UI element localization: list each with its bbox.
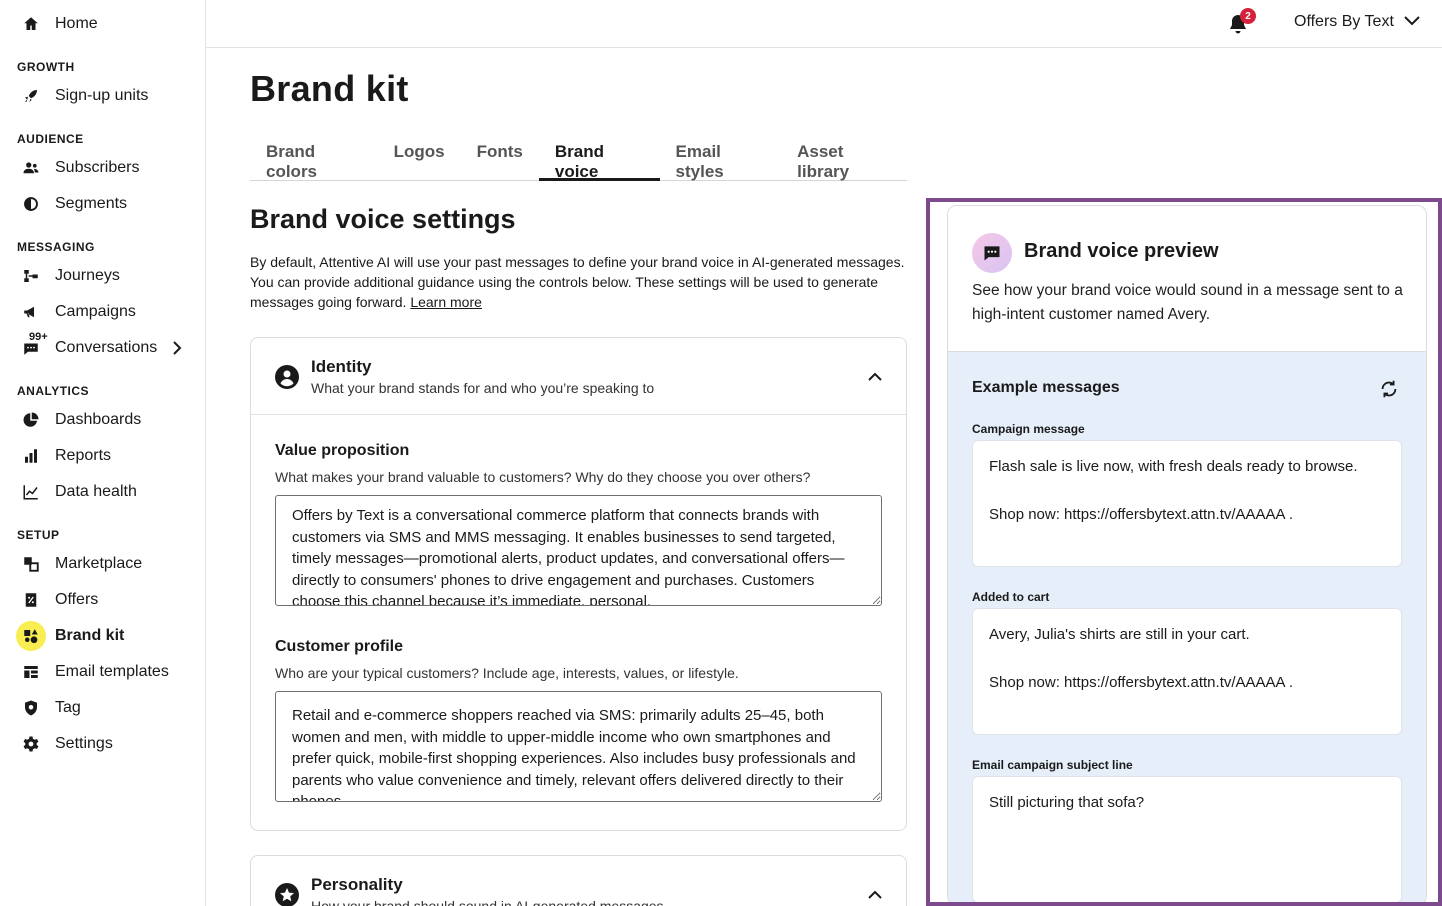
section-analytics: ANALYTICS bbox=[17, 384, 90, 398]
segments-icon bbox=[16, 189, 46, 219]
value-proposition-label: Value proposition bbox=[275, 442, 410, 459]
sidebar-item-label: Marketplace bbox=[55, 555, 143, 572]
chevron-right-icon bbox=[172, 341, 182, 360]
sidebar-item-subscribers[interactable]: Subscribers bbox=[16, 152, 196, 184]
user-circle-icon bbox=[275, 365, 299, 389]
sidebar-item-tag[interactable]: Tag bbox=[16, 692, 196, 724]
sidebar-item-label: Email templates bbox=[55, 663, 169, 680]
chevron-up-icon[interactable] bbox=[868, 886, 882, 904]
intro-text: By default, Attentive AI will use your p… bbox=[250, 254, 905, 310]
section-audience: AUDIENCE bbox=[17, 132, 84, 146]
people-icon bbox=[16, 153, 46, 183]
section-messaging: MESSAGING bbox=[17, 240, 95, 254]
sidebar-item-label: Sign-up units bbox=[55, 87, 149, 104]
sidebar-item-brand-kit[interactable]: Brand kit bbox=[16, 620, 196, 652]
personality-subtitle: How your brand should sound in AI-genera… bbox=[311, 898, 664, 906]
brand-voice-settings-title: Brand voice settings bbox=[250, 204, 516, 234]
gear-icon bbox=[16, 729, 46, 759]
page-title: Brand kit bbox=[250, 68, 409, 109]
notification-count-badge: 2 bbox=[1240, 8, 1256, 24]
sidebar: Home GROWTH Sign-up units AUDIENCE Subsc… bbox=[0, 0, 206, 906]
sidebar-item-label: Reports bbox=[55, 447, 112, 464]
sidebar-item-label: Journeys bbox=[55, 267, 120, 284]
pie-chart-icon bbox=[16, 405, 46, 435]
sidebar-item-label: Brand kit bbox=[55, 627, 125, 644]
sidebar-item-offers[interactable]: Offers bbox=[16, 584, 196, 616]
tag-shield-icon bbox=[16, 693, 46, 723]
offers-icon bbox=[16, 585, 46, 615]
customer-profile-label: Customer profile bbox=[275, 638, 404, 655]
account-name: Offers By Text bbox=[1294, 13, 1394, 30]
section-setup: SETUP bbox=[17, 528, 60, 542]
chat-icon: 99+ bbox=[16, 331, 48, 363]
preview-highlight-outline bbox=[926, 198, 1442, 906]
sidebar-item-campaigns[interactable]: Campaigns bbox=[16, 296, 196, 328]
identity-card-header[interactable]: Identity What your brand stands for and … bbox=[251, 338, 906, 415]
sidebar-item-label: Offers bbox=[55, 591, 99, 608]
megaphone-icon bbox=[16, 297, 46, 327]
home-icon bbox=[16, 9, 46, 39]
chevron-down-icon bbox=[1404, 13, 1420, 31]
customer-profile-textarea[interactable]: Retail and e-commerce shoppers reached v… bbox=[275, 691, 882, 802]
value-proposition-textarea[interactable]: Offers by Text is a conversational comme… bbox=[275, 495, 882, 606]
brand-voice-intro: By default, Attentive AI will use your p… bbox=[250, 252, 910, 312]
sidebar-item-label: Data health bbox=[55, 483, 137, 500]
account-switcher[interactable]: Offers By Text bbox=[1294, 13, 1420, 31]
sidebar-item-label: Subscribers bbox=[55, 159, 140, 176]
tab-logos[interactable]: Logos bbox=[378, 130, 461, 180]
sidebar-item-dashboards[interactable]: Dashboards bbox=[16, 404, 196, 436]
sidebar-item-home[interactable]: Home bbox=[16, 8, 196, 40]
sidebar-item-email-templates[interactable]: Email templates bbox=[16, 656, 196, 688]
sidebar-item-conversations[interactable]: 99+ Conversations bbox=[16, 331, 196, 364]
personality-title: Personality bbox=[311, 875, 403, 894]
brand-kit-tabs: Brand colors Logos Fonts Brand voice Ema… bbox=[250, 130, 907, 181]
sidebar-item-journeys[interactable]: Journeys bbox=[16, 260, 196, 292]
tab-asset-library[interactable]: Asset library bbox=[781, 130, 907, 181]
template-icon bbox=[16, 657, 46, 687]
top-bar: 2 Offers By Text bbox=[206, 0, 1442, 48]
sidebar-item-settings[interactable]: Settings bbox=[16, 728, 196, 760]
sidebar-item-label: Conversations bbox=[55, 339, 158, 356]
identity-title: Identity bbox=[311, 357, 372, 376]
journeys-icon bbox=[16, 261, 46, 291]
brand-kit-icon bbox=[16, 621, 46, 651]
bar-chart-icon bbox=[16, 441, 46, 471]
identity-subtitle: What your brand stands for and who you’r… bbox=[311, 380, 655, 396]
tab-brand-voice[interactable]: Brand voice bbox=[538, 130, 660, 181]
sidebar-item-segments[interactable]: Segments bbox=[16, 188, 196, 220]
sidebar-item-reports[interactable]: Reports bbox=[16, 440, 196, 472]
identity-card: Identity What your brand stands for and … bbox=[250, 337, 907, 831]
sidebar-item-label: Home bbox=[55, 15, 98, 32]
sidebar-item-data-health[interactable]: Data health bbox=[16, 476, 196, 508]
personality-card: Personality How your brand should sound … bbox=[250, 855, 907, 906]
tab-email-styles[interactable]: Email styles bbox=[660, 130, 782, 181]
sidebar-item-marketplace[interactable]: Marketplace bbox=[16, 548, 196, 580]
value-proposition-help: What makes your brand valuable to custom… bbox=[275, 469, 811, 485]
chevron-up-icon[interactable] bbox=[868, 368, 882, 386]
app-root: Home GROWTH Sign-up units AUDIENCE Subsc… bbox=[0, 0, 1442, 906]
learn-more-link[interactable]: Learn more bbox=[410, 294, 482, 310]
sidebar-item-label: Dashboards bbox=[55, 411, 142, 428]
tab-brand-colors[interactable]: Brand colors bbox=[250, 130, 378, 181]
sidebar-item-label: Campaigns bbox=[55, 303, 136, 320]
customer-profile-help: Who are your typical customers? Include … bbox=[275, 665, 739, 681]
star-circle-icon bbox=[275, 883, 299, 906]
conversations-count-badge: 99+ bbox=[29, 331, 48, 343]
sidebar-item-signup-units[interactable]: Sign-up units bbox=[16, 80, 196, 112]
sidebar-item-label: Tag bbox=[55, 699, 81, 716]
line-chart-icon bbox=[16, 477, 46, 507]
sidebar-item-label: Segments bbox=[55, 195, 128, 212]
rocket-icon bbox=[16, 81, 46, 111]
sidebar-item-label: Settings bbox=[55, 735, 113, 752]
personality-card-header[interactable]: Personality How your brand should sound … bbox=[251, 856, 906, 906]
section-growth: GROWTH bbox=[17, 60, 75, 74]
marketplace-icon bbox=[16, 549, 46, 579]
tab-fonts[interactable]: Fonts bbox=[461, 130, 539, 180]
